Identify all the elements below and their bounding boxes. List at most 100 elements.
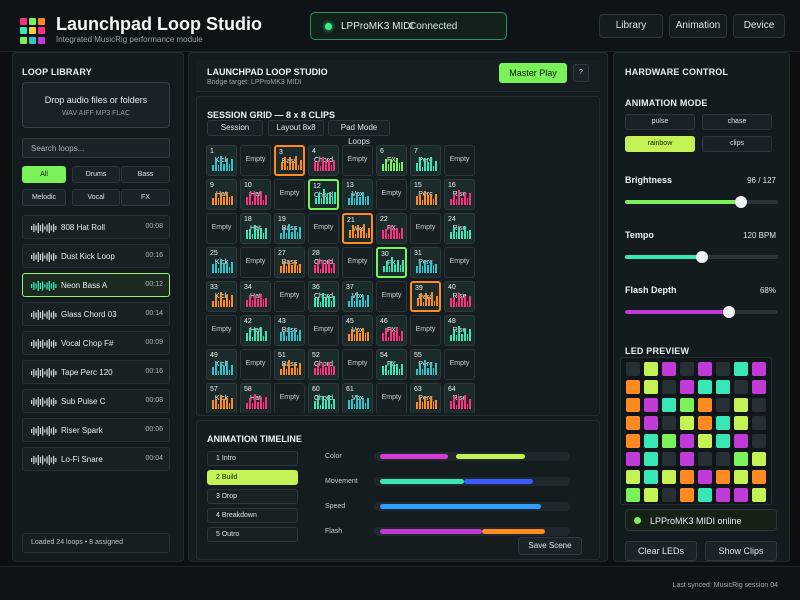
pad-empty[interactable]: Empty (376, 179, 407, 210)
tab-layout[interactable]: Layout 8x8 (268, 120, 324, 136)
timeline-track[interactable] (374, 452, 570, 461)
pad-clip[interactable]: 1Kick (206, 145, 237, 176)
track-segment[interactable] (379, 479, 465, 484)
loop-item[interactable]: 808 Hat Roll 00:08 (22, 215, 170, 239)
pad-clip[interactable]: 48Rise (444, 315, 475, 346)
pad-clip[interactable]: 22FX (376, 213, 407, 244)
nav-animation-button[interactable]: Animation (669, 14, 727, 38)
pad-clip[interactable]: 43Bass (274, 315, 305, 346)
pad-clip[interactable]: 49Kick (206, 349, 237, 380)
pad-clip[interactable]: 40Rise (444, 281, 475, 312)
pad-clip[interactable]: 63Perc (410, 383, 441, 413)
pad-clip[interactable]: 16Rise (444, 179, 475, 210)
pad-clip[interactable]: 19Bass (274, 213, 305, 244)
pad-clip[interactable]: 52Chord (308, 349, 339, 380)
pad-empty[interactable]: Empty (342, 349, 373, 380)
pad-empty[interactable]: Empty (342, 145, 373, 176)
pad-empty[interactable]: Empty (240, 349, 271, 380)
pad-clip[interactable]: 36Chord (308, 281, 339, 312)
pad-clip[interactable]: 30FX (376, 247, 407, 278)
filter-bass[interactable]: Bass (121, 166, 170, 183)
pad-clip[interactable]: 25Kick (206, 247, 237, 278)
mode-chase[interactable]: chase (702, 114, 772, 130)
slider-track[interactable] (625, 306, 778, 318)
pad-clip[interactable]: 28Chord (308, 247, 339, 278)
pad-clip[interactable]: 39Perc (410, 281, 441, 312)
filter-all[interactable]: All (22, 166, 66, 183)
pad-empty[interactable]: Empty (274, 383, 305, 413)
pad-clip[interactable]: 21Vox (342, 213, 373, 244)
pad-empty[interactable]: Empty (274, 281, 305, 312)
loop-item[interactable]: Neon Bass A 00:12 (22, 273, 170, 297)
pad-clip[interactable]: 6FX (376, 145, 407, 176)
pad-empty[interactable]: Empty (206, 213, 237, 244)
mode-rainbow[interactable]: rainbow (625, 136, 695, 152)
scene-item[interactable]: 3 Drop (207, 489, 298, 504)
pad-clip[interactable]: 9Hat (206, 179, 237, 210)
pad-clip[interactable]: 46FX (376, 315, 407, 346)
pad-clip[interactable]: 27Bass (274, 247, 305, 278)
loop-item[interactable]: Riser Spark 00:06 (22, 418, 170, 442)
scene-item[interactable]: 2 Build (207, 470, 298, 485)
nav-library-button[interactable]: Library (599, 14, 663, 38)
clear-leds-button[interactable]: Clear LEDs (625, 541, 697, 561)
pad-empty[interactable]: Empty (206, 315, 237, 346)
pad-empty[interactable]: Empty (410, 213, 441, 244)
filter-fx[interactable]: FX (121, 189, 170, 206)
pad-empty[interactable]: Empty (240, 247, 271, 278)
pad-clip[interactable]: 4Chord (308, 145, 339, 176)
filter-melodic[interactable]: Melodic (22, 189, 66, 206)
scene-item[interactable]: 4 Breakdown (207, 508, 298, 523)
pad-clip[interactable]: 10Hat (240, 179, 271, 210)
pad-clip[interactable]: 45Vox (342, 315, 373, 346)
pad-clip[interactable]: 64Rise (444, 383, 475, 413)
pad-empty[interactable]: Empty (410, 315, 441, 346)
loop-item[interactable]: Glass Chord 03 00:14 (22, 302, 170, 326)
pad-clip[interactable]: 18Hat (240, 213, 271, 244)
save-scene-button[interactable]: Save Scene (518, 537, 582, 555)
pad-empty[interactable]: Empty (240, 145, 271, 176)
pad-clip[interactable]: 3Bass (274, 145, 305, 176)
pad-empty[interactable]: Empty (342, 247, 373, 278)
track-segment[interactable] (464, 479, 533, 484)
loop-item[interactable]: Vocal Chop F# 00:09 (22, 331, 170, 355)
pad-clip[interactable]: 12Chord (308, 179, 339, 210)
track-segment[interactable] (379, 504, 541, 509)
pad-clip[interactable]: 60Chord (308, 383, 339, 413)
pad-empty[interactable]: Empty (274, 179, 305, 210)
pad-empty[interactable]: Empty (308, 213, 339, 244)
scene-item[interactable]: 5 Outro (207, 527, 298, 542)
pad-clip[interactable]: 13Vox (342, 179, 373, 210)
pad-empty[interactable]: Empty (376, 383, 407, 413)
pad-clip[interactable]: 57Kick (206, 383, 237, 413)
pad-clip[interactable]: 55Perc (410, 349, 441, 380)
loop-item[interactable]: Dust Kick Loop 00:16 (22, 244, 170, 268)
filter-drums[interactable]: Drums (72, 166, 120, 183)
nav-device-button[interactable]: Device (733, 14, 785, 38)
pad-empty[interactable]: Empty (444, 247, 475, 278)
pad-clip[interactable]: 51Bass (274, 349, 305, 380)
tab-session[interactable]: Session (207, 120, 263, 136)
pad-clip[interactable]: 24Rise (444, 213, 475, 244)
slider-handle[interactable] (723, 306, 736, 318)
timeline-track[interactable] (374, 502, 570, 511)
pad-clip[interactable]: 37Vox (342, 281, 373, 312)
pad-clip[interactable]: 58Hat (240, 383, 271, 413)
mode-clips[interactable]: clips (702, 136, 772, 152)
filter-vocal[interactable]: Vocal (72, 189, 120, 206)
track-segment[interactable] (456, 454, 525, 459)
pad-clip[interactable]: 34Hat (240, 281, 271, 312)
pad-empty[interactable]: Empty (444, 349, 475, 380)
pad-clip[interactable]: 15Perc (410, 179, 441, 210)
track-segment[interactable] (379, 454, 449, 459)
tab-pad-mode[interactable]: Pad Mode Loops (328, 120, 390, 146)
master-play-button[interactable]: Master Play (499, 63, 567, 83)
loop-item[interactable]: Sub Pulse C 00:08 (22, 389, 170, 413)
help-button[interactable]: ? (573, 64, 589, 82)
mode-pulse[interactable]: pulse (625, 114, 695, 130)
pad-clip[interactable]: 61Vox (342, 383, 373, 413)
pad-clip[interactable]: 54FX (376, 349, 407, 380)
loop-item[interactable]: Lo-Fi Snare 00:04 (22, 447, 170, 471)
pad-empty[interactable]: Empty (376, 281, 407, 312)
scene-item[interactable]: 1 Intro (207, 451, 298, 466)
